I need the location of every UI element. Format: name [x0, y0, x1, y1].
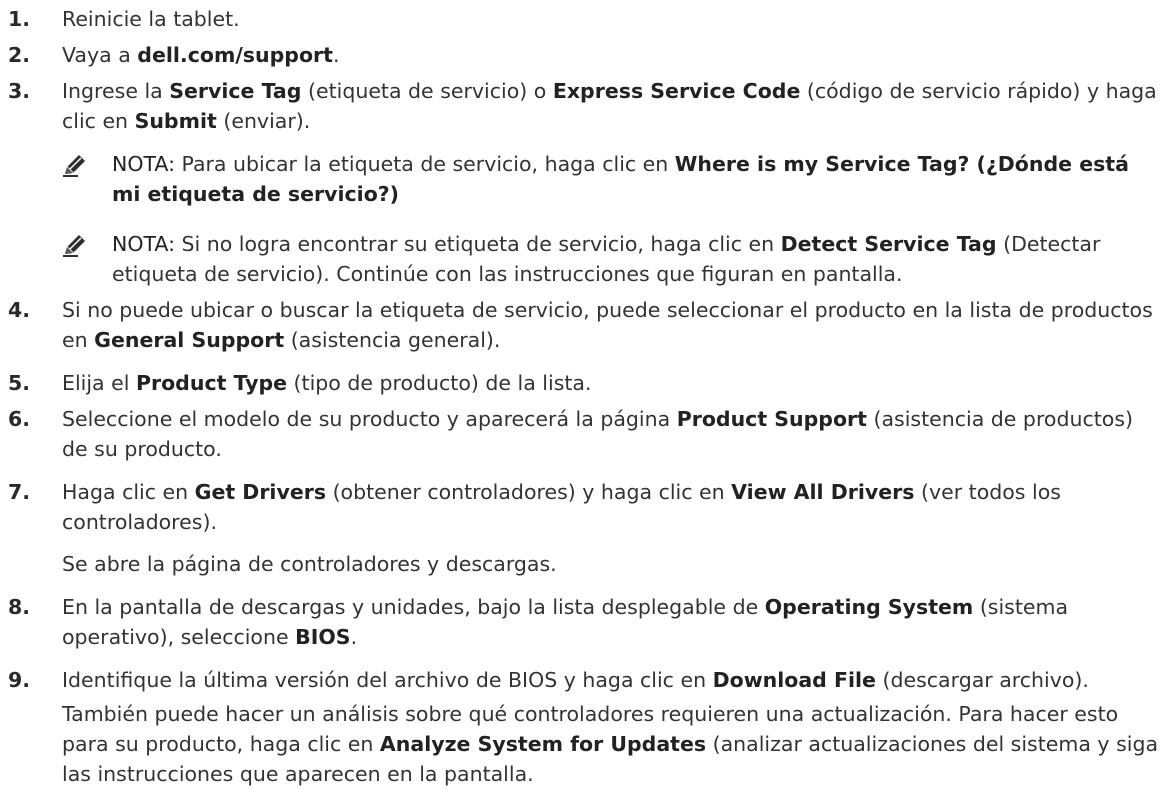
step-number: 9.: [8, 668, 31, 692]
step-7: 7. Haga clic en Get Drivers (obtener con…: [0, 477, 1160, 537]
step-number: 8.: [8, 595, 31, 619]
step-1: 1. Reinicie la tablet.: [0, 4, 1160, 34]
note-body: Para ubicar la etiqueta de servicio, hag…: [112, 152, 1129, 206]
step-text: Vaya a dell.com/support.: [62, 40, 1160, 70]
text-run: Ingrese la: [62, 79, 170, 103]
bold-term: Submit: [134, 109, 217, 133]
bold-term: Product Support: [676, 407, 867, 431]
step-number: 1.: [8, 7, 31, 31]
step-text: Si no puede ubicar o buscar la etiqueta …: [62, 295, 1160, 355]
pencil-note-icon: [62, 229, 112, 258]
note-text: NOTA: Para ubicar la etiqueta de servici…: [112, 149, 1157, 209]
text-run: (descargar archivo).: [875, 668, 1089, 692]
text-run: Si no logra encontrar su etiqueta de ser…: [174, 232, 781, 256]
bold-term: Analyze System for Updates: [379, 732, 707, 756]
step-text: Identifique la última versión del archiv…: [62, 665, 1160, 695]
bold-term: Product Type: [135, 371, 288, 395]
step-number: 5.: [8, 371, 31, 395]
text-run: Reinicie la tablet.: [62, 7, 240, 31]
step-9: 9. Identifique la última versión del arc…: [0, 665, 1160, 695]
step-4: 4. Si no puede ubicar o buscar la etique…: [0, 295, 1160, 355]
step-text: En la pantalla de descargas y unidades, …: [62, 592, 1160, 652]
step-5: 5. Elija el Product Type (tipo de produc…: [0, 368, 1160, 398]
note-detect-service-tag: NOTA: Si no logra encontrar su etiqueta …: [62, 229, 1157, 289]
bold-term: Get Drivers: [194, 480, 327, 504]
step-3: 3. Ingrese la Service Tag (etiqueta de s…: [0, 76, 1160, 136]
step-number: 3.: [8, 79, 31, 103]
step-number: 6.: [8, 407, 31, 431]
step-8: 8. En la pantalla de descargas y unidade…: [0, 592, 1160, 652]
step-number: 4.: [8, 298, 31, 322]
step-number: 2.: [8, 43, 31, 67]
step-9-followup: También puede hacer un análisis sobre qu…: [62, 699, 1160, 789]
bold-term: Detect Service Tag: [780, 232, 997, 256]
bold-term: Operating System: [764, 595, 974, 619]
step-2: 2. Vaya a dell.com/support.: [0, 40, 1160, 70]
text-run: .: [350, 625, 358, 649]
bold-term: Express Service Code: [552, 79, 801, 103]
bold-term: Service Tag: [169, 79, 302, 103]
step-6: 6. Seleccione el modelo de su producto y…: [0, 404, 1160, 464]
step-7-result: Se abre la página de controladores y des…: [62, 552, 557, 576]
text-run: Elija el: [62, 371, 136, 395]
bold-term: View All Drivers: [731, 480, 915, 504]
text-run: .: [332, 43, 340, 67]
step-text: Seleccione el modelo de su producto y ap…: [62, 404, 1160, 464]
text-run: (enviar).: [216, 109, 311, 133]
document: 1. Reinicie la tablet. 2. Vaya a dell.co…: [0, 0, 1165, 786]
text-run: Identifique la última versión del archiv…: [62, 668, 713, 692]
step-text: Reinicie la tablet.: [62, 4, 1160, 34]
text-run: (obtener controladores) y haga clic en: [326, 480, 732, 504]
note-label: NOTA:: [112, 232, 175, 256]
text-run: (asistencia general).: [284, 328, 501, 352]
step-text: Haga clic en Get Drivers (obtener contro…: [62, 477, 1160, 537]
step-number: 7.: [8, 480, 31, 504]
text-run: (etiqueta de servicio) o: [301, 79, 553, 103]
text-run: Para ubicar la etiqueta de servicio, hag…: [174, 152, 675, 176]
step-text: Ingrese la Service Tag (etiqueta de serv…: [62, 76, 1160, 136]
bold-term: Download File: [712, 668, 876, 692]
text-run: Haga clic en: [62, 480, 195, 504]
bold-term: General Support: [94, 328, 285, 352]
text-run: Vaya a: [62, 43, 138, 67]
bold-term: BIOS: [295, 625, 351, 649]
note-service-tag-location: NOTA: Para ubicar la etiqueta de servici…: [62, 149, 1157, 209]
text-run: (tipo de producto) de la lista.: [287, 371, 592, 395]
note-body: Si no logra encontrar su etiqueta de ser…: [112, 232, 1100, 286]
note-label: NOTA:: [112, 152, 175, 176]
text-run: En la pantalla de descargas y unidades, …: [62, 595, 765, 619]
note-text: NOTA: Si no logra encontrar su etiqueta …: [112, 229, 1157, 289]
bold-term: dell.com/support: [137, 43, 333, 67]
pencil-note-icon: [62, 149, 112, 178]
text-run: Seleccione el modelo de su producto y ap…: [62, 407, 677, 431]
step-text: Elija el Product Type (tipo de producto)…: [62, 368, 1160, 398]
